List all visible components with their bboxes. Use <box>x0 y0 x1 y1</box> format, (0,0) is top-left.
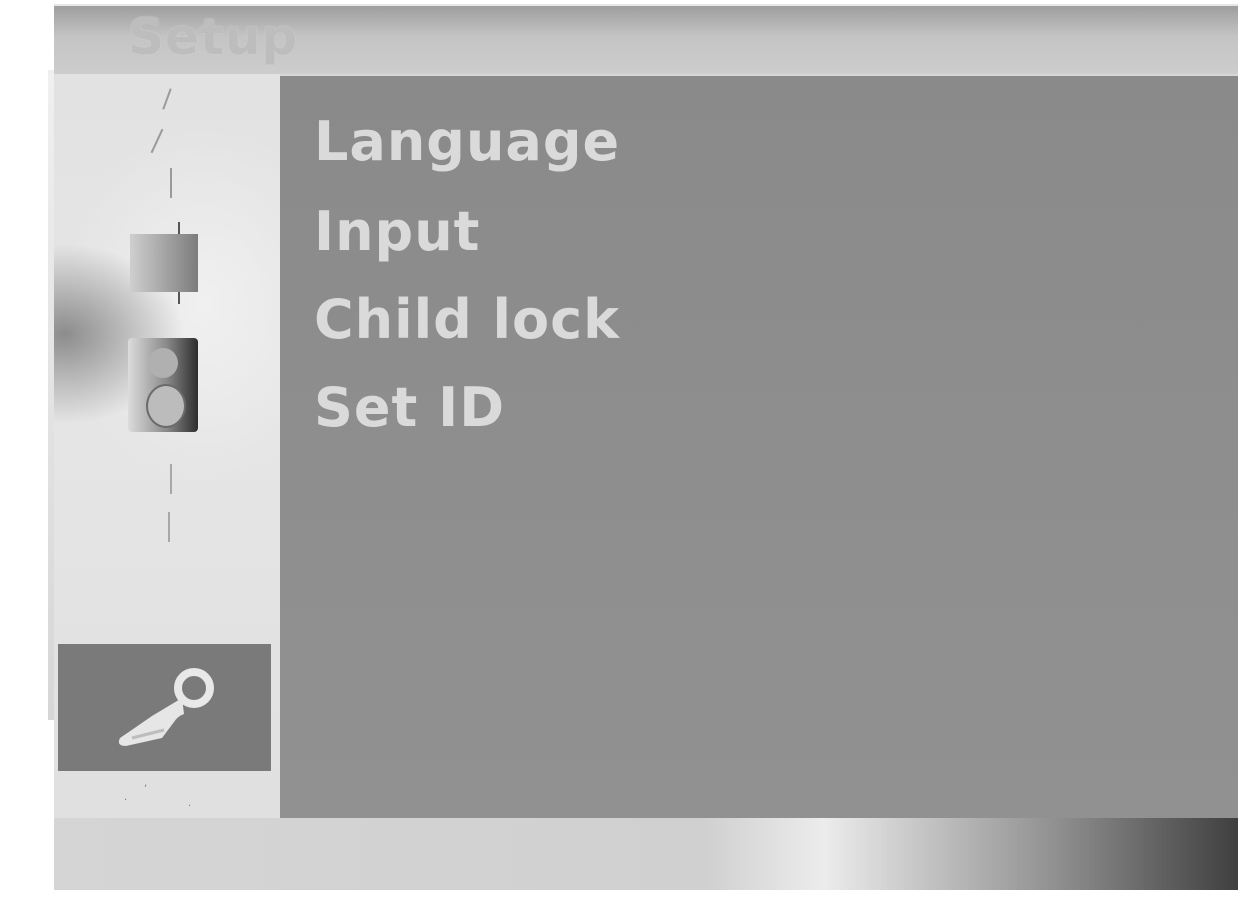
menu-item-child-lock[interactable]: Child lock <box>314 288 620 351</box>
bottom-bar <box>54 818 1238 890</box>
menu-panel: Language Input Child lock Set ID <box>280 76 1238 818</box>
title-bar: Setup <box>54 4 1238 74</box>
menu-item-set-id[interactable]: Set ID <box>314 376 505 439</box>
setup-osd-window: Setup , . . Language Input Child lock Se… <box>54 4 1238 890</box>
wrench-icon <box>118 668 214 746</box>
station-icon[interactable] <box>138 88 178 198</box>
time-icon[interactable] <box>154 464 184 564</box>
setup-category-tile[interactable] <box>58 644 271 771</box>
picture-icon[interactable] <box>130 222 198 304</box>
menu-item-input[interactable]: Input <box>314 200 480 263</box>
page-title: Setup <box>128 8 299 66</box>
special-icon[interactable]: , . . <box>114 778 214 818</box>
menu-item-language[interactable]: Language <box>314 110 620 173</box>
sound-icon[interactable] <box>128 338 198 432</box>
category-sidebar: , . . <box>54 74 280 819</box>
